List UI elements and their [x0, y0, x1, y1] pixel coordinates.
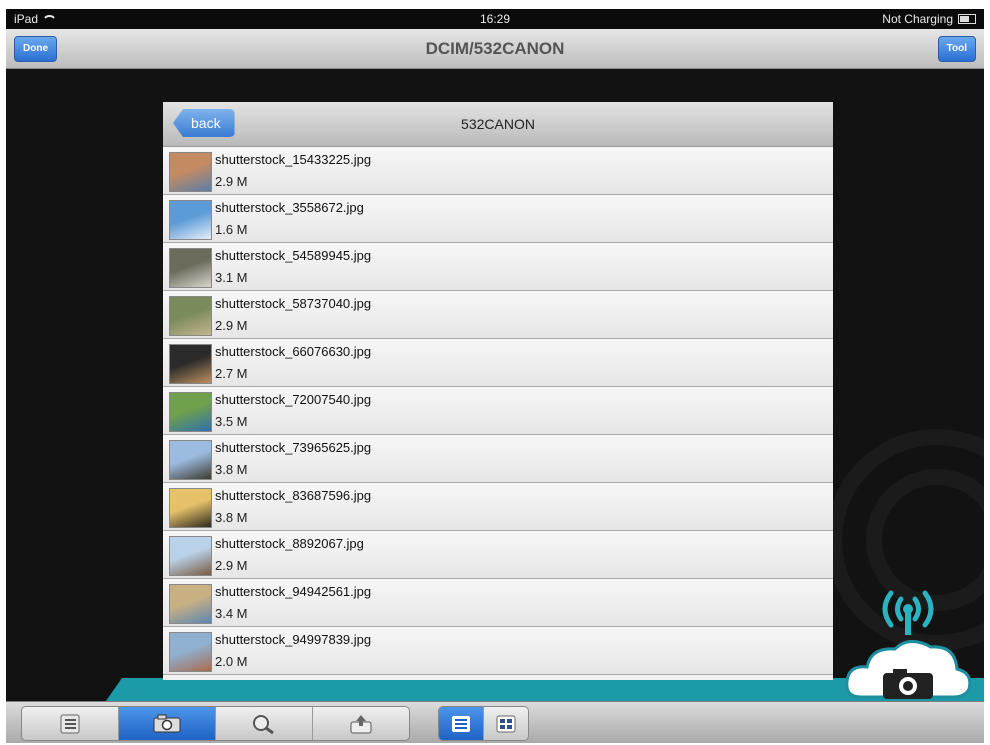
- search-icon: [253, 714, 274, 734]
- file-row[interactable]: shutterstock_72007540.jpg 3.5 M: [163, 387, 833, 435]
- file-browser-panel: back 532CANON shutterstock_15433225.jpg 2…: [163, 102, 833, 680]
- file-size: 3.4 M: [215, 606, 248, 621]
- file-name: shutterstock_83687596.jpg: [215, 488, 372, 503]
- file-size: 3.1 M: [215, 270, 248, 285]
- file-row[interactable]: shutterstock_94942561.jpg 3.4 M: [163, 579, 833, 627]
- file-row[interactable]: shutterstock_58737040.jpg 2.9 M: [163, 291, 833, 339]
- file-list[interactable]: shutterstock_15433225.jpg 2.9 Mshuttersto…: [163, 147, 833, 675]
- file-size: 3.8 M: [215, 510, 248, 525]
- file-name: shutterstock_66076630.jpg: [215, 344, 372, 359]
- file-size: 2.9 M: [215, 558, 248, 573]
- clock: 16:29: [479, 12, 511, 26]
- photo-thumbnail-icon: [169, 152, 212, 192]
- file-name: shutterstock_73965625.jpg: [215, 440, 372, 455]
- file-row[interactable]: shutterstock_66076630.jpg 2.7 M: [163, 339, 833, 387]
- file-row[interactable]: shutterstock_54589945.jpg 3.1 M: [163, 243, 833, 291]
- file-name: shutterstock_54589945.jpg: [215, 248, 372, 263]
- grid-view-icon: [496, 715, 516, 732]
- cloud-camera-logo-icon: [845, 590, 972, 699]
- file-row[interactable]: shutterstock_73965625.jpg 3.8 M: [163, 435, 833, 483]
- file-size: 2.9 M: [215, 174, 248, 189]
- photo-thumbnail-icon: [169, 296, 212, 336]
- file-size: 2.7 M: [215, 366, 248, 381]
- file-size: 3.5 M: [215, 414, 248, 429]
- file-size: 3.8 M: [215, 462, 248, 477]
- file-name: shutterstock_94997839.jpg: [215, 632, 372, 647]
- file-name: shutterstock_72007540.jpg: [215, 392, 372, 407]
- navigation-bar: Done DCIM/532CANON Tool: [6, 29, 984, 69]
- tool-button[interactable]: Tool: [937, 36, 976, 62]
- tab-bar: [21, 706, 410, 741]
- file-row[interactable]: shutterstock_3558672.jpg 1.6 M: [163, 195, 833, 243]
- file-size: 2.0 M: [215, 654, 248, 669]
- tab-camera[interactable]: [119, 707, 216, 740]
- page-title: DCIM/532CANON: [425, 39, 565, 58]
- list-view-icon: [452, 715, 470, 732]
- file-name: shutterstock_3558672.jpg: [215, 200, 364, 215]
- photo-thumbnail-icon: [169, 632, 212, 672]
- photo-thumbnail-icon: [169, 392, 212, 432]
- battery-icon: [958, 14, 976, 24]
- photo-thumbnail-icon: [169, 344, 212, 384]
- tab-share[interactable]: [313, 707, 409, 740]
- file-name: shutterstock_58737040.jpg: [215, 296, 372, 311]
- status-bar: iPad 16:29 Not Charging: [6, 9, 984, 29]
- photo-thumbnail-icon: [169, 248, 212, 288]
- bottom-toolbar: [6, 701, 984, 743]
- battery-status-text: Not Charging: [882, 12, 953, 26]
- folder-title: 532CANON: [461, 116, 535, 132]
- panel-header: back 532CANON: [163, 102, 833, 147]
- file-name: shutterstock_94942561.jpg: [215, 584, 372, 599]
- list-view-button[interactable]: [439, 707, 484, 740]
- photo-thumbnail-icon: [169, 440, 212, 480]
- camera-icon: [153, 714, 181, 732]
- file-name: shutterstock_15433225.jpg: [215, 152, 372, 167]
- photo-thumbnail-icon: [169, 200, 212, 240]
- grid-view-button[interactable]: [484, 707, 528, 740]
- photo-thumbnail-icon: [169, 584, 212, 624]
- photo-thumbnail-icon: [169, 488, 212, 528]
- share-icon: [350, 714, 372, 733]
- file-row[interactable]: shutterstock_8892067.jpg 2.9 M: [163, 531, 833, 579]
- view-mode-toggle: [438, 706, 529, 741]
- photo-thumbnail-icon: [169, 536, 212, 576]
- tab-list[interactable]: [22, 707, 119, 740]
- list-icon: [60, 714, 80, 733]
- file-row[interactable]: shutterstock_94997839.jpg 2.0 M: [163, 627, 833, 675]
- tab-search[interactable]: [216, 707, 313, 740]
- file-name: shutterstock_8892067.jpg: [215, 536, 364, 551]
- file-row[interactable]: shutterstock_15433225.jpg 2.9 M: [163, 147, 833, 195]
- file-row[interactable]: shutterstock_83687596.jpg 3.8 M: [163, 483, 833, 531]
- file-size: 1.6 M: [215, 222, 248, 237]
- file-size: 2.9 M: [215, 318, 248, 333]
